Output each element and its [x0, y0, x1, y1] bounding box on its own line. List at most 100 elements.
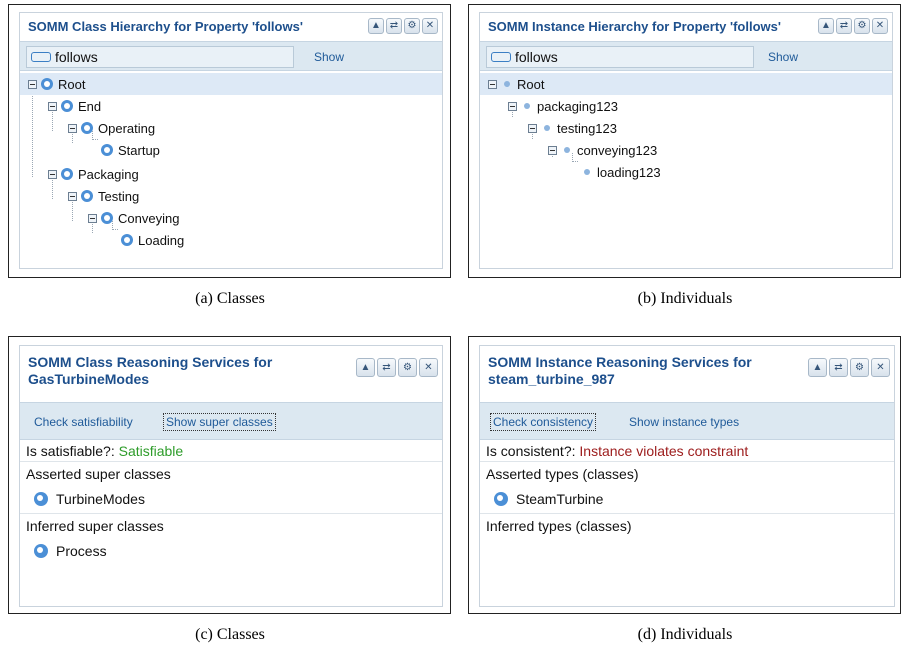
- close-icon[interactable]: ✕: [871, 358, 890, 377]
- node-label: Operating: [98, 120, 156, 136]
- class-icon: [41, 78, 53, 90]
- panel-titlebar: SOMM Class Reasoning Services for GasTur…: [20, 346, 442, 396]
- class-icon: [34, 544, 48, 558]
- instance-tree: Root packaging123 testing123 conveying12…: [480, 71, 892, 261]
- action-bar: Check consistency Show instance types: [480, 402, 894, 440]
- property-icon: [491, 52, 511, 62]
- collapse-toggle-icon[interactable]: [88, 213, 97, 223]
- class-icon: [101, 212, 113, 224]
- node-label: packaging123: [537, 98, 618, 114]
- collapse-icon[interactable]: ▲: [808, 358, 827, 377]
- asserted-item[interactable]: SteamTurbine: [494, 488, 888, 510]
- check-consistency-button[interactable]: Check consistency: [490, 413, 597, 431]
- collapse-toggle-icon[interactable]: [548, 145, 557, 155]
- asserted-section: Asserted super classes TurbineModes: [20, 462, 442, 514]
- collapse-icon[interactable]: ▲: [818, 18, 834, 34]
- item-label: Process: [56, 543, 107, 559]
- refresh-icon[interactable]: ⇄: [836, 18, 852, 34]
- tree-node-loading123[interactable]: loading123: [581, 161, 661, 183]
- collapse-toggle-icon[interactable]: [68, 123, 77, 133]
- class-icon: [101, 144, 113, 156]
- settings-icon[interactable]: ⚙: [398, 358, 417, 377]
- action-bar: Check satisfiability Show super classes: [20, 402, 442, 440]
- panel-titlebar: SOMM Instance Reasoning Services for ste…: [480, 346, 894, 396]
- status-row: Is satisfiable?: Satisfiable: [20, 440, 442, 462]
- status-value: Satisfiable: [118, 443, 184, 459]
- collapse-toggle-icon[interactable]: [48, 169, 57, 179]
- settings-icon[interactable]: ⚙: [854, 18, 870, 34]
- collapse-toggle-icon[interactable]: [528, 123, 537, 133]
- show-button[interactable]: Show: [314, 50, 344, 64]
- instance-hierarchy-panel: SOMM Instance Hierarchy for Property 'fo…: [479, 12, 893, 269]
- close-icon[interactable]: ✕: [872, 18, 888, 34]
- asserted-item[interactable]: TurbineModes: [34, 488, 436, 510]
- refresh-icon[interactable]: ⇄: [377, 358, 396, 377]
- panel-toolbar: ▲ ⇄ ⚙ ✕: [356, 358, 438, 377]
- settings-icon[interactable]: ⚙: [404, 18, 420, 34]
- inferred-item[interactable]: Process: [34, 540, 436, 562]
- class-reasoning-panel: SOMM Class Reasoning Services for GasTur…: [19, 345, 443, 607]
- individual-icon: [504, 81, 510, 87]
- panel-toolbar: ▲ ⇄ ⚙ ✕: [808, 358, 890, 377]
- collapse-toggle-icon[interactable]: [508, 101, 517, 111]
- asserted-section: Asserted types (classes) SteamTurbine: [480, 462, 894, 514]
- tree-node-operating[interactable]: Operating: [68, 117, 155, 139]
- node-label: Testing: [98, 188, 140, 204]
- property-icon: [31, 52, 51, 62]
- collapse-toggle-icon[interactable]: [28, 79, 37, 89]
- collapse-toggle-icon[interactable]: [48, 101, 57, 111]
- tree-node-startup[interactable]: Startup: [101, 139, 160, 161]
- panel-titlebar: SOMM Instance Hierarchy for Property 'fo…: [480, 13, 892, 41]
- caption-d: (d) Individuals: [637, 626, 733, 643]
- tree-node-root[interactable]: Root: [480, 73, 892, 95]
- tree-node-packaging[interactable]: Packaging: [48, 163, 139, 185]
- inferred-heading: Inferred super classes: [26, 518, 164, 534]
- tree-node-end[interactable]: End: [48, 95, 101, 117]
- tree-node-conveying[interactable]: Conveying: [88, 207, 179, 229]
- property-bar: follows Show: [480, 41, 892, 71]
- node-label: Packaging: [78, 166, 139, 182]
- check-satisfiability-button[interactable]: Check satisfiability: [32, 414, 135, 430]
- tree-node-loading[interactable]: Loading: [121, 229, 184, 251]
- tree-node-testing[interactable]: Testing: [68, 185, 139, 207]
- close-icon[interactable]: ✕: [422, 18, 438, 34]
- tree-node-testing123[interactable]: testing123: [528, 117, 617, 139]
- collapse-icon[interactable]: ▲: [356, 358, 375, 377]
- show-button[interactable]: Show: [768, 50, 798, 64]
- refresh-icon[interactable]: ⇄: [386, 18, 402, 34]
- property-input[interactable]: follows: [26, 46, 294, 68]
- figure-c-frame: SOMM Class Reasoning Services for GasTur…: [8, 336, 451, 614]
- node-label: conveying123: [577, 142, 658, 158]
- inferred-heading: Inferred types (classes): [486, 518, 632, 534]
- show-super-classes-button[interactable]: Show super classes: [163, 413, 276, 431]
- panel-toolbar: ▲ ⇄ ⚙ ✕: [818, 18, 888, 34]
- property-input[interactable]: follows: [486, 46, 754, 68]
- node-label: Loading: [138, 232, 185, 248]
- collapse-toggle-icon[interactable]: [488, 79, 497, 89]
- show-instance-types-button[interactable]: Show instance types: [627, 414, 741, 430]
- tree-node-conveying123[interactable]: conveying123: [548, 139, 657, 161]
- class-hierarchy-panel: SOMM Class Hierarchy for Property 'follo…: [19, 12, 443, 269]
- tree-node-packaging123[interactable]: packaging123: [508, 95, 618, 117]
- status-row: Is consistent?: Instance violates constr…: [480, 440, 894, 462]
- asserted-heading: Asserted super classes: [26, 466, 171, 482]
- class-icon: [81, 122, 93, 134]
- tree-node-root[interactable]: Root: [20, 73, 442, 95]
- item-label: TurbineModes: [56, 491, 145, 507]
- item-label: SteamTurbine: [516, 491, 604, 507]
- collapse-toggle-icon[interactable]: [68, 191, 77, 201]
- individual-icon: [564, 147, 570, 153]
- collapse-icon[interactable]: ▲: [368, 18, 384, 34]
- asserted-heading: Asserted types (classes): [486, 466, 639, 482]
- individual-icon: [544, 125, 550, 131]
- figure-b-frame: SOMM Instance Hierarchy for Property 'fo…: [468, 4, 901, 278]
- close-icon[interactable]: ✕: [419, 358, 438, 377]
- figure-d-frame: SOMM Instance Reasoning Services for ste…: [468, 336, 901, 614]
- settings-icon[interactable]: ⚙: [850, 358, 869, 377]
- class-icon: [81, 190, 93, 202]
- caption-c: (c) Classes: [195, 626, 265, 643]
- property-bar: follows Show: [20, 41, 442, 71]
- refresh-icon[interactable]: ⇄: [829, 358, 848, 377]
- status-value: Instance violates constraint: [579, 443, 749, 459]
- node-label: loading123: [597, 164, 661, 180]
